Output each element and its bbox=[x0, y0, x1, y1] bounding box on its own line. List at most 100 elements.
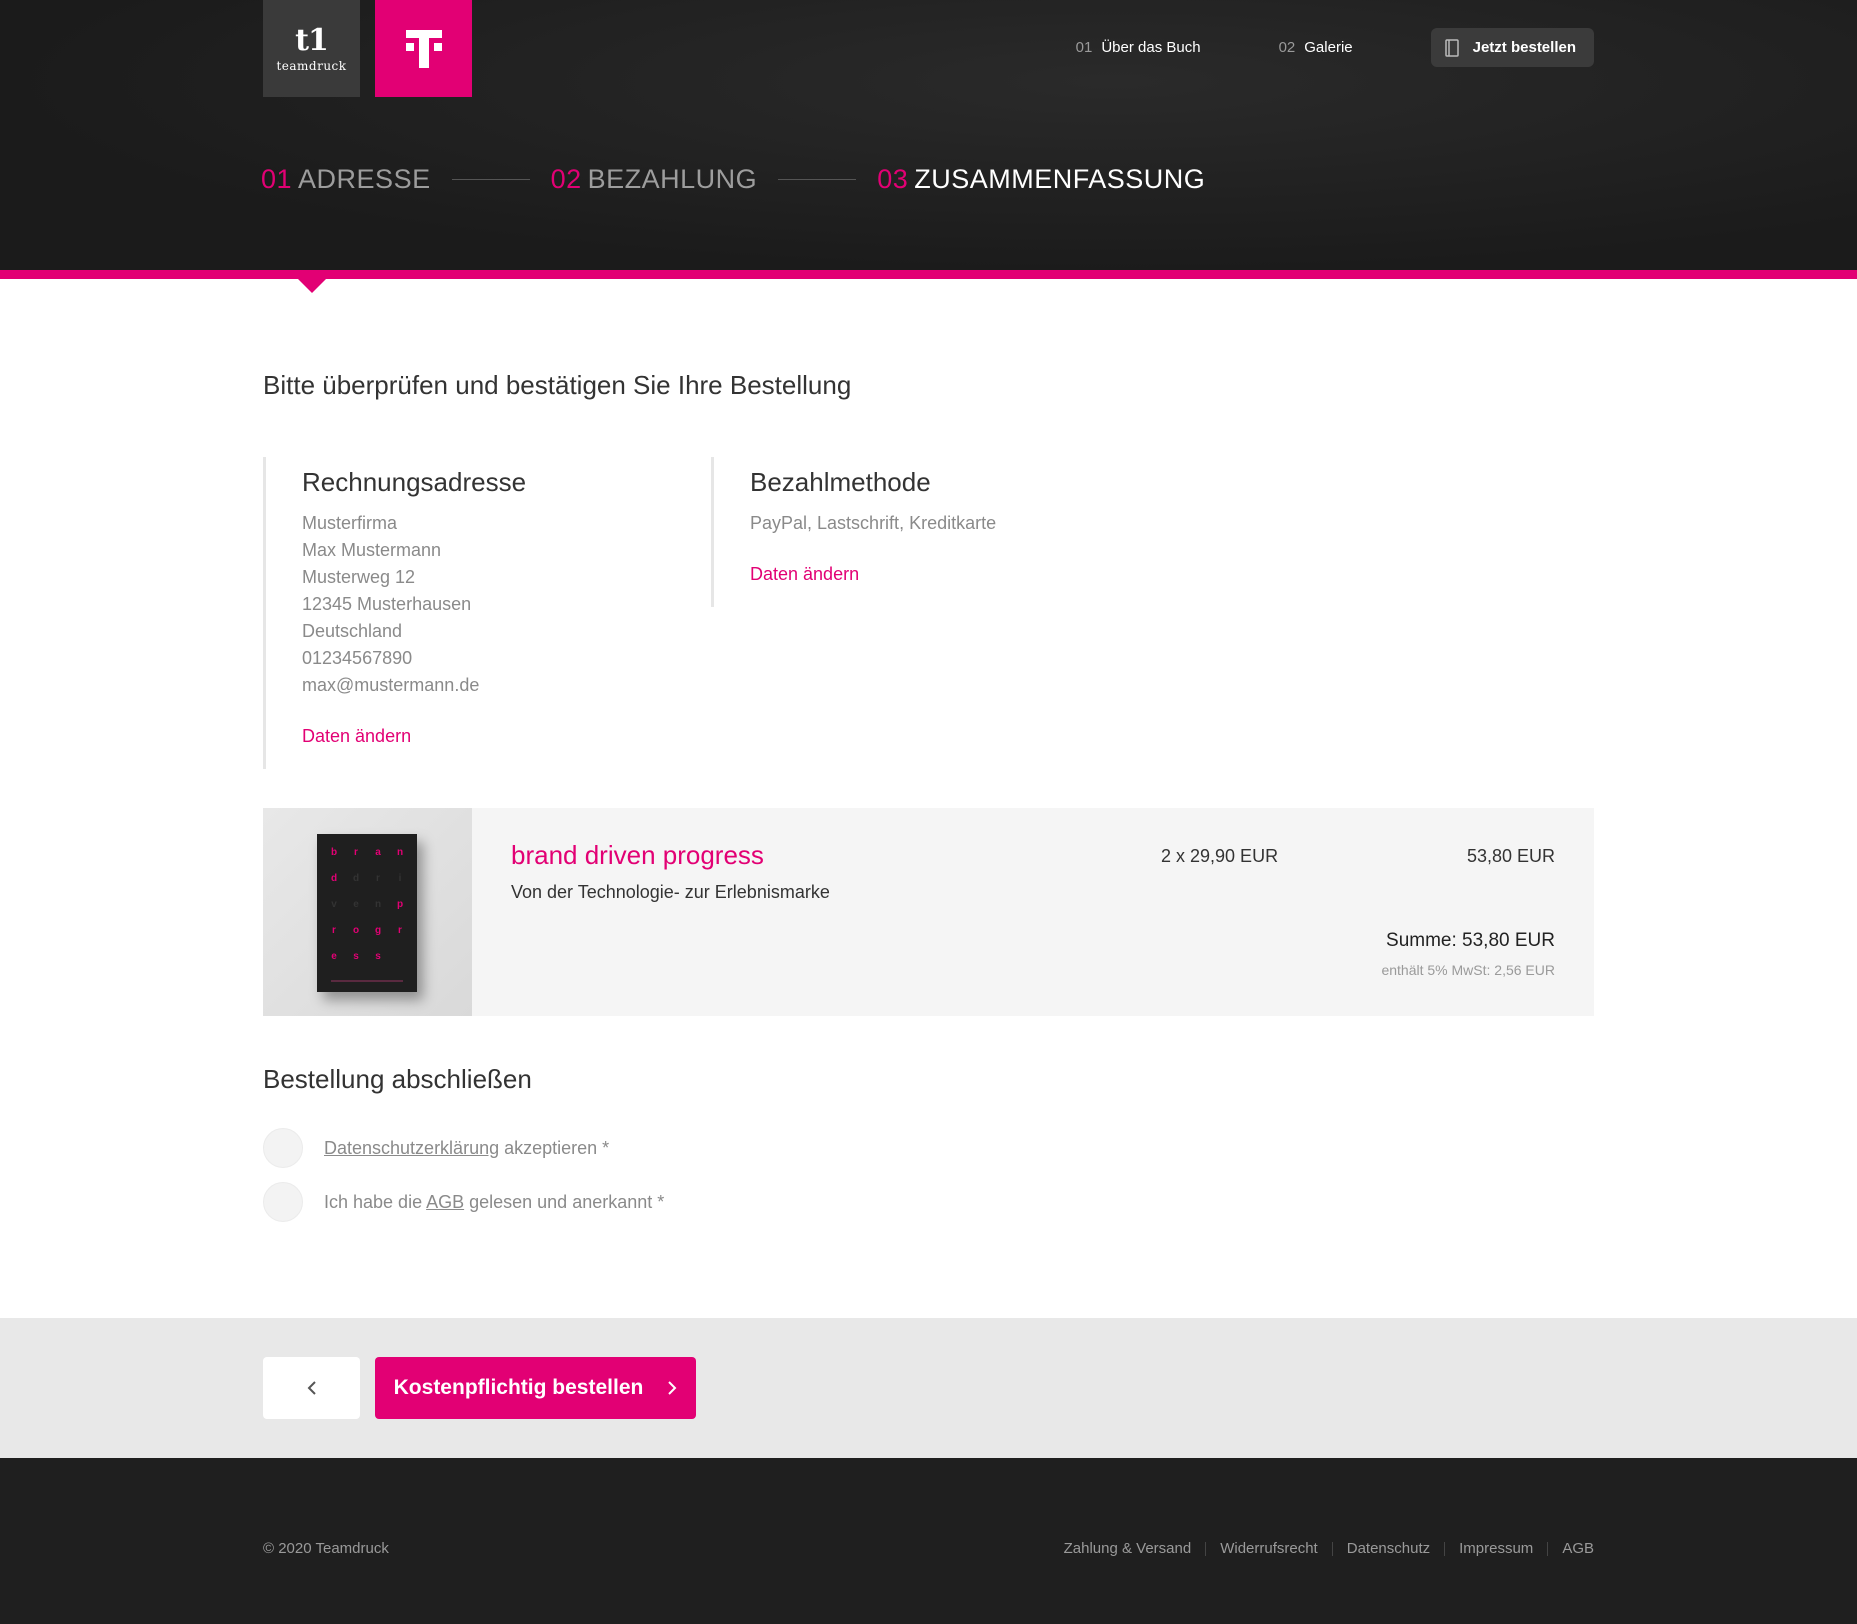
footer-divider bbox=[1444, 1541, 1446, 1556]
payment-method-block: Bezahlmethode PayPal, Lastschrift, Kredi… bbox=[711, 457, 996, 607]
complete-order-heading: Bestellung abschließen bbox=[263, 1064, 532, 1094]
footer-links: Zahlung & Versand Widerrufsrecht Datensc… bbox=[1064, 1540, 1594, 1557]
teamdruck-logo-word: teamdruck bbox=[276, 58, 347, 73]
telekom-t-icon bbox=[405, 29, 442, 68]
billing-name: Max Mustermann bbox=[302, 540, 442, 560]
edit-payment-link[interactable]: Daten ändern bbox=[750, 564, 859, 585]
order-vat: enthält 5% MwSt: 2,56 EUR bbox=[1381, 962, 1555, 978]
footer-link-imprint[interactable]: Impressum bbox=[1459, 1540, 1533, 1557]
step-number: 03 bbox=[877, 164, 909, 194]
step-label: ZUSAMMENFASSUNG bbox=[914, 164, 1206, 194]
cover-letter: d bbox=[330, 873, 338, 884]
book-cover: b r a n d d r i v e n p r o g r e s s bbox=[317, 834, 417, 992]
footer-divider bbox=[1205, 1541, 1207, 1556]
book-cover-letters: b r a n d d r i v e n p r o g r e s s bbox=[323, 844, 411, 965]
order-sum: Summe: 53,80 EUR bbox=[1386, 930, 1555, 951]
footer-divider bbox=[1331, 1541, 1333, 1556]
teamdruck-logo[interactable]: t1 teamdruck bbox=[263, 0, 360, 97]
billing-street: Musterweg 12 bbox=[302, 567, 416, 587]
step-label: BEZAHLUNG bbox=[587, 164, 758, 194]
step-address[interactable]: 01 ADRESSE bbox=[261, 164, 431, 195]
terms-consent-row: Ich habe die AGB gelesen und anerkannt * bbox=[263, 1182, 664, 1222]
cover-letter: o bbox=[352, 925, 360, 936]
billing-phone: 01234567890 bbox=[302, 648, 413, 668]
cover-letter: n bbox=[396, 847, 404, 858]
nav-link-ueber-das-buch[interactable]: 01 Über das Buch bbox=[1076, 39, 1201, 56]
order-item: b r a n d d r i v e n p r o g r e s s br… bbox=[263, 808, 1594, 1016]
place-order-label: Kostenpflichtig bestellen bbox=[393, 1376, 644, 1399]
cover-letter: v bbox=[331, 899, 337, 910]
chevron-left-icon bbox=[307, 1381, 316, 1395]
privacy-consent-text: Datenschutzerklärung akzeptieren * bbox=[324, 1138, 609, 1159]
cover-letter: r bbox=[354, 847, 358, 858]
nav-link-label: Über das Buch bbox=[1101, 39, 1201, 56]
footer-divider bbox=[1547, 1541, 1549, 1556]
nav-link-number: 01 bbox=[1075, 39, 1093, 56]
footer-link-withdrawal[interactable]: Widerrufsrecht bbox=[1220, 1540, 1318, 1557]
copyright: © 2020 Teamdruck bbox=[263, 1540, 389, 1557]
terms-checkbox[interactable] bbox=[263, 1182, 303, 1222]
telekom-logo[interactable] bbox=[375, 0, 472, 97]
header: t1 teamdruck 01 Über das Buch 02 Galerie… bbox=[0, 0, 1857, 272]
top-navigation: 01 Über das Buch 02 Galerie Jetzt bestel… bbox=[1076, 28, 1594, 67]
teamdruck-logo-mark: t1 bbox=[295, 22, 329, 58]
cover-letter: e bbox=[331, 951, 337, 962]
nav-link-galerie[interactable]: 02 Galerie bbox=[1279, 39, 1353, 56]
billing-heading: Rechnungsadresse bbox=[302, 467, 527, 497]
privacy-suffix: akzeptieren * bbox=[499, 1137, 610, 1158]
back-button[interactable] bbox=[263, 1357, 360, 1419]
book-cover-subtitle-line bbox=[331, 980, 403, 982]
step-payment[interactable]: 02 BEZAHLUNG bbox=[551, 164, 758, 195]
privacy-link[interactable]: Datenschutzerklärung bbox=[324, 1138, 499, 1158]
footer-link-shipping[interactable]: Zahlung & Versand bbox=[1064, 1540, 1192, 1557]
product-image: b r a n d d r i v e n p r o g r e s s bbox=[263, 808, 472, 1016]
product-quantity-price: 2 x 29,90 EUR bbox=[1161, 846, 1279, 866]
chevron-right-icon bbox=[667, 1380, 677, 1396]
checkout-steps: 01 ADRESSE 02 BEZAHLUNG 03 ZUSAMMENFASSUNG bbox=[261, 164, 1205, 195]
cover-letter: e bbox=[353, 899, 359, 910]
book-icon bbox=[1444, 38, 1459, 57]
order-now-button[interactable]: Jetzt bestellen bbox=[1430, 28, 1594, 67]
billing-city: 12345 Musterhausen bbox=[302, 594, 472, 614]
billing-company: Musterfirma bbox=[302, 513, 398, 533]
order-now-label: Jetzt bestellen bbox=[1472, 39, 1576, 56]
step-indicator-arrow bbox=[296, 277, 328, 293]
action-bar: Kostenpflichtig bestellen bbox=[0, 1318, 1857, 1458]
cover-letter: s bbox=[353, 951, 359, 962]
nav-link-label: Galerie bbox=[1304, 39, 1353, 56]
step-number: 02 bbox=[550, 164, 582, 194]
privacy-checkbox[interactable] bbox=[263, 1128, 303, 1168]
cover-letter: a bbox=[375, 847, 381, 858]
step-divider bbox=[778, 179, 857, 180]
payment-heading: Bezahlmethode bbox=[750, 467, 931, 497]
product-title: brand driven progress bbox=[511, 840, 764, 870]
terms-consent-text: Ich habe die AGB gelesen und anerkannt * bbox=[324, 1192, 664, 1213]
cover-letter: b bbox=[330, 847, 338, 858]
cover-letter: r bbox=[332, 925, 336, 936]
cover-letter: g bbox=[374, 925, 382, 936]
header-accent-line bbox=[0, 270, 1857, 279]
step-number: 01 bbox=[261, 164, 293, 194]
nav-link-number: 02 bbox=[1278, 39, 1296, 56]
privacy-consent-row: Datenschutzerklärung akzeptieren * bbox=[263, 1128, 609, 1168]
place-order-button[interactable]: Kostenpflichtig bestellen bbox=[375, 1357, 696, 1419]
cover-letter: r bbox=[376, 873, 380, 884]
footer-link-terms[interactable]: AGB bbox=[1562, 1540, 1594, 1557]
cover-letter: p bbox=[396, 899, 404, 910]
terms-suffix: gelesen und anerkannt * bbox=[464, 1191, 665, 1212]
cover-letter: r bbox=[398, 925, 402, 936]
product-subtitle: Von der Technologie- zur Erlebnismarke bbox=[511, 882, 830, 902]
cover-letter bbox=[389, 948, 411, 965]
page-title: Bitte überprüfen und bestätigen Sie Ihre… bbox=[263, 370, 852, 400]
step-divider bbox=[451, 179, 530, 180]
cover-letter: n bbox=[374, 899, 382, 910]
billing-email: max@mustermann.de bbox=[302, 675, 480, 695]
cover-letter: i bbox=[398, 873, 402, 884]
footer-link-privacy[interactable]: Datenschutz bbox=[1347, 1540, 1430, 1557]
cover-letter: s bbox=[375, 951, 381, 962]
edit-billing-link[interactable]: Daten ändern bbox=[302, 726, 411, 747]
step-label: ADRESSE bbox=[298, 164, 431, 194]
product-line-total: 53,80 EUR bbox=[1466, 846, 1555, 866]
terms-link[interactable]: AGB bbox=[426, 1192, 464, 1212]
cover-letter: d bbox=[352, 873, 360, 884]
